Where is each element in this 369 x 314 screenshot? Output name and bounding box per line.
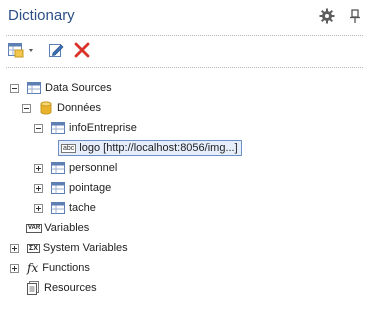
- collapse-toggle[interactable]: [34, 123, 43, 133]
- divider: [6, 35, 363, 36]
- table-icon: [51, 202, 65, 214]
- toolbar: [0, 38, 369, 62]
- tree-node-system-variables[interactable]: ΣX System Variables: [10, 238, 128, 258]
- expand-toggle[interactable]: [10, 243, 19, 253]
- tree-node-logo[interactable]: abc logo [http://localhost:8056/img...]: [58, 138, 242, 158]
- tree-node-label: System Variables: [42, 242, 128, 254]
- tree-node-data-sources[interactable]: Data Sources: [10, 78, 112, 98]
- panel-header: Dictionary: [0, 0, 369, 32]
- x-icon[interactable]: [73, 41, 91, 59]
- tree-node-label: Données: [57, 102, 102, 114]
- tree-node-label: Variables: [44, 222, 90, 234]
- tree-node-label: Data Sources: [45, 82, 112, 94]
- panel-title: Dictionary: [8, 7, 75, 24]
- expand-toggle[interactable]: [34, 183, 43, 193]
- pencil-icon[interactable]: [47, 41, 65, 59]
- selected-column[interactable]: abc logo [http://localhost:8056/img...]: [58, 140, 242, 156]
- expand-toggle[interactable]: [34, 203, 43, 213]
- expand-toggle[interactable]: [10, 263, 19, 273]
- tree-node-variables[interactable]: VAR Variables: [26, 218, 89, 238]
- gear-icon[interactable]: [319, 8, 335, 24]
- table-icon: [51, 182, 65, 194]
- database-icon: [40, 101, 52, 115]
- tree-node-label: Resources: [44, 282, 97, 294]
- text-column-icon: abc: [61, 143, 77, 153]
- tree-node-pointage[interactable]: pointage: [34, 178, 111, 198]
- system-variables-icon: ΣX: [27, 243, 40, 253]
- tree-node-label: personnel: [69, 162, 118, 174]
- table-icon: [51, 122, 65, 134]
- functions-icon: fx: [27, 261, 39, 275]
- table-add-icon[interactable]: [7, 41, 37, 59]
- tree-node-label: infoEntreprise: [69, 122, 137, 134]
- collapse-toggle[interactable]: [10, 83, 19, 93]
- tree-node-label: logo [http://localhost:8056/img...]: [79, 142, 238, 154]
- tree-node-resources[interactable]: Resources: [26, 278, 97, 298]
- table-icon: [51, 162, 65, 174]
- tree-node-label: pointage: [69, 182, 112, 194]
- tree-node-info-entreprise[interactable]: infoEntreprise: [34, 118, 137, 138]
- tree-node-functions[interactable]: fx Functions: [10, 258, 90, 278]
- resources-icon: [27, 281, 39, 295]
- tree-node-tache[interactable]: tache: [34, 198, 96, 218]
- variables-icon: VAR: [26, 223, 43, 233]
- tree-node-donnees[interactable]: Données: [22, 98, 101, 118]
- tree-node-label: tache: [69, 202, 96, 214]
- divider: [6, 67, 363, 68]
- tree-node-label: Functions: [42, 262, 90, 274]
- expand-toggle[interactable]: [34, 163, 43, 173]
- data-sources-icon: [27, 82, 41, 94]
- pin-icon[interactable]: [347, 8, 363, 24]
- collapse-toggle[interactable]: [22, 103, 31, 113]
- tree-node-personnel[interactable]: personnel: [34, 158, 117, 178]
